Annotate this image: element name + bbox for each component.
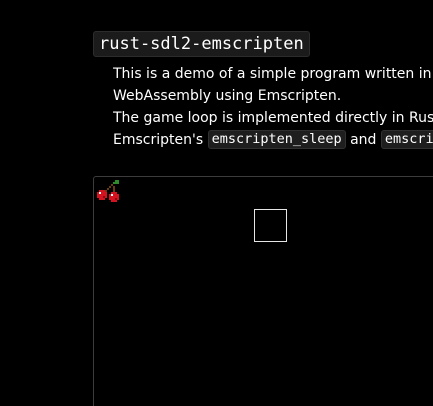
description-line-4-and: and <box>345 132 381 148</box>
player-square <box>254 209 287 242</box>
description-line-1: This is a demo of a simple program writt… <box>113 66 433 82</box>
page-title: rust-sdl2-emscripten <box>93 31 310 57</box>
description-line-4-prefix: Emscripten's <box>113 132 208 148</box>
description-line-3: The game loop is implemented directly in… <box>113 110 433 126</box>
code-emscripten-sleep: emscripten_sleep <box>207 130 346 149</box>
game-canvas[interactable] <box>93 176 433 406</box>
cherry-icon <box>97 180 119 202</box>
description-line-4: Emscripten's emscripten_sleep and emscri… <box>113 129 433 151</box>
description: This is a demo of a simple program writt… <box>113 63 433 151</box>
code-emscripten-set-main-loop: emscripten_set_main_loop <box>380 130 433 149</box>
description-line-2: WebAssembly using Emscripten. <box>113 88 342 104</box>
